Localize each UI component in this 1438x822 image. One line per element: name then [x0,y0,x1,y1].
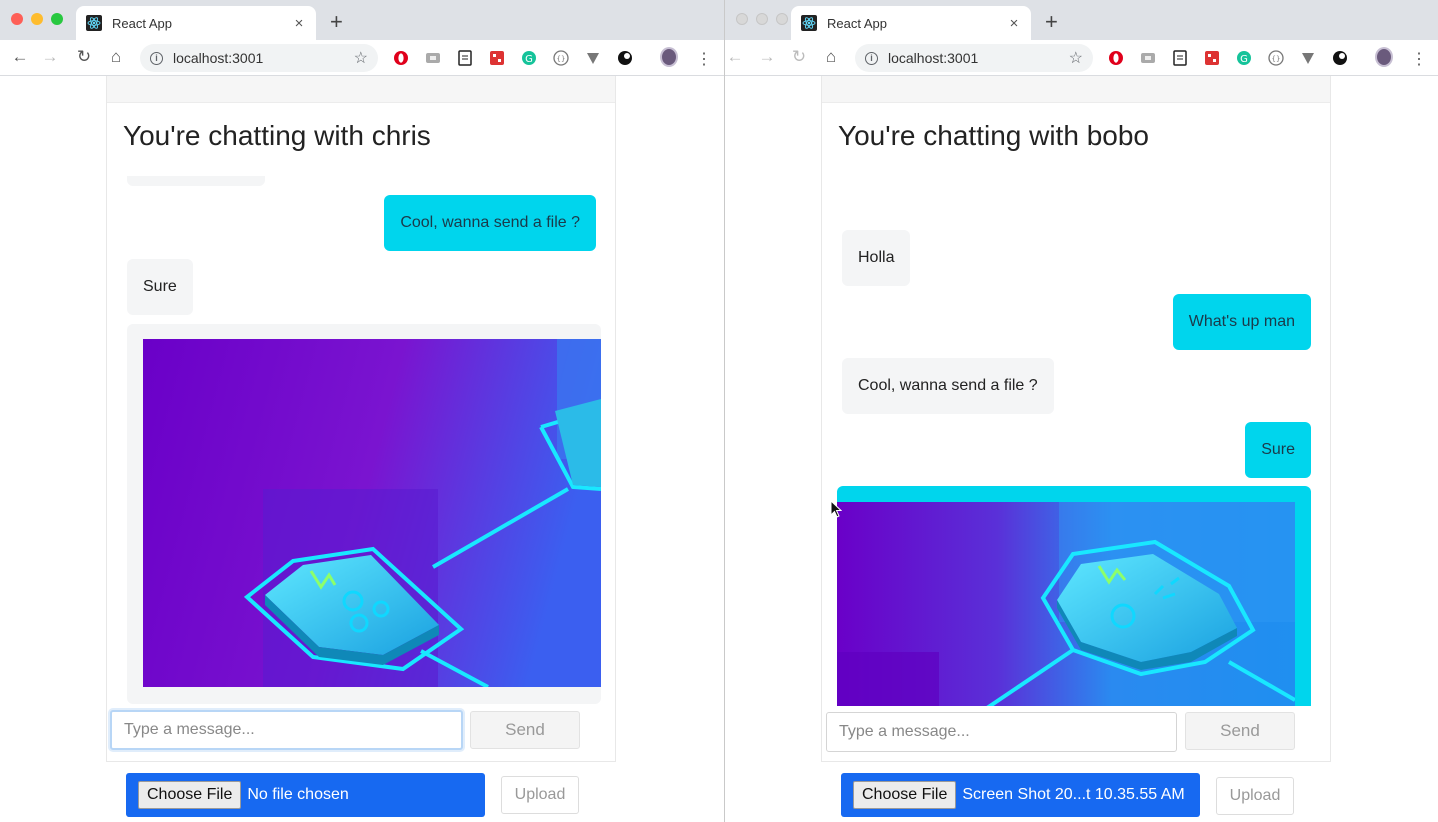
tab-title: React App [112,15,172,31]
window-controls [736,13,788,25]
code-extension-icon[interactable]: {} [552,49,570,67]
upload-button[interactable]: Upload [501,776,579,814]
tab-strip: React App × + [0,0,724,40]
chat-card: You're chatting with bobo Holla What's u… [821,76,1331,762]
code-extension-icon[interactable]: {} [1267,49,1285,67]
document-extension-icon[interactable] [1171,49,1189,67]
url-text: localhost:3001 [888,50,979,66]
message-bubble-incoming: Holla [842,230,911,286]
video-extension-icon[interactable] [1139,49,1157,67]
card-header [107,76,615,103]
file-input[interactable]: Choose File Screen Shot 20...t 10.35.55 … [841,773,1200,817]
page-content: You're chatting with chris Cool, wanna s… [0,76,724,822]
browser-toolbar: ← → ↻ ⌂ i localhost:3001 ☆ G {} ⋮ [725,40,1438,76]
choose-file-button[interactable]: Choose File [853,781,957,809]
profile-avatar[interactable] [660,47,678,67]
send-button[interactable]: Send [1185,712,1295,750]
tab-strip: React App × + [725,0,1438,40]
message-list[interactable]: Holla What's up man Cool, wanna send a f… [822,176,1330,706]
chat-title: You're chatting with chris [123,120,431,151]
grammarly-extension-icon[interactable]: G [1235,49,1253,67]
opera-extension-icon[interactable] [1107,49,1125,67]
profile-avatar[interactable] [1375,47,1393,67]
reload-icon[interactable]: ↻ [789,47,809,67]
chat-title: You're chatting with bobo [838,120,1149,151]
new-tab-icon[interactable]: + [1045,9,1058,35]
message-bubble-partial [127,176,265,186]
message-bubble-incoming: Sure [127,259,193,315]
opera-extension-icon[interactable] [392,49,410,67]
page-content: You're chatting with bobo Holla What's u… [725,76,1438,822]
svg-text:{}: {} [1272,55,1281,63]
close-window-button[interactable] [736,13,748,25]
message-bubble-outgoing: Cool, wanna send a file ? [384,195,596,251]
svg-text:G: G [1240,54,1248,65]
home-icon[interactable]: ⌂ [106,47,126,67]
message-bubble-outgoing: What's up man [1172,294,1311,350]
site-info-icon[interactable]: i [865,51,878,65]
svg-text:{}: {} [557,55,566,63]
react-logo-icon [86,15,102,31]
browser-menu-icon[interactable]: ⋮ [696,49,712,69]
video-extension-icon[interactable] [424,49,442,67]
browser-window-right: React App × + ← → ↻ ⌂ i localhost:3001 ☆… [724,0,1438,822]
browser-tab[interactable]: React App × [76,6,316,40]
close-tab-icon[interactable]: × [1007,15,1021,32]
new-tab-icon[interactable]: + [330,9,343,35]
close-window-button[interactable] [11,13,23,25]
browser-toolbar: ← → ↻ ⌂ i localhost:3001 ☆ G {} ⋮ [0,40,724,76]
message-bubble-outgoing: Sure [1245,422,1311,478]
forward-icon[interactable]: → [40,47,60,67]
choose-file-button[interactable]: Choose File [138,781,242,809]
reload-icon[interactable]: ↻ [74,47,94,67]
window-controls [11,13,63,25]
browser-tab[interactable]: React App × [791,6,1031,40]
minimize-window-button[interactable] [756,13,768,25]
message-list[interactable]: Cool, wanna send a file ? Sure [107,176,615,706]
message-bubble-incoming: Cool, wanna send a file ? [842,358,1054,414]
file-status-text: No file chosen [247,786,349,803]
shared-image[interactable] [837,502,1295,706]
site-info-icon[interactable]: i [150,51,163,65]
react-logo-icon [801,15,817,31]
dark-extension-icon[interactable] [616,49,634,67]
extensions-row: G {} [1107,49,1349,67]
browser-menu-icon[interactable]: ⋮ [1411,49,1427,69]
upload-button[interactable]: Upload [1216,777,1294,815]
minimize-window-button[interactable] [31,13,43,25]
home-icon[interactable]: ⌂ [821,47,841,67]
bookmark-star-icon[interactable]: ☆ [354,48,368,68]
browser-window-left: React App × + ← → ↻ ⌂ i localhost:3001 ☆… [0,0,724,822]
forward-icon[interactable]: → [757,47,777,67]
puzzle-extension-icon[interactable] [488,49,506,67]
grammarly-extension-icon[interactable]: G [520,49,538,67]
mouse-cursor-icon [830,499,843,523]
maximize-window-button[interactable] [776,13,788,25]
send-button[interactable]: Send [470,711,580,749]
tab-title: React App [827,15,887,31]
address-bar[interactable]: i localhost:3001 ☆ [140,44,378,72]
back-icon[interactable]: ← [10,47,30,67]
chat-card: You're chatting with chris Cool, wanna s… [106,76,616,762]
shared-image[interactable] [143,339,601,687]
svg-text:G: G [525,54,533,65]
document-extension-icon[interactable] [456,49,474,67]
url-text: localhost:3001 [173,50,264,66]
card-header [822,76,1330,103]
back-icon[interactable]: ← [725,47,745,67]
address-bar[interactable]: i localhost:3001 ☆ [855,44,1093,72]
message-input[interactable]: Type a message... [826,712,1177,752]
bookmark-star-icon[interactable]: ☆ [1069,48,1083,68]
vpn-extension-icon[interactable] [584,49,602,67]
close-tab-icon[interactable]: × [292,15,306,32]
vpn-extension-icon[interactable] [1299,49,1317,67]
extensions-row: G {} [392,49,634,67]
dark-extension-icon[interactable] [1331,49,1349,67]
maximize-window-button[interactable] [51,13,63,25]
puzzle-extension-icon[interactable] [1203,49,1221,67]
file-status-text: Screen Shot 20...t 10.35.55 AM [962,786,1185,803]
message-input[interactable]: Type a message... [110,710,463,750]
file-input[interactable]: Choose File No file chosen [126,773,485,817]
